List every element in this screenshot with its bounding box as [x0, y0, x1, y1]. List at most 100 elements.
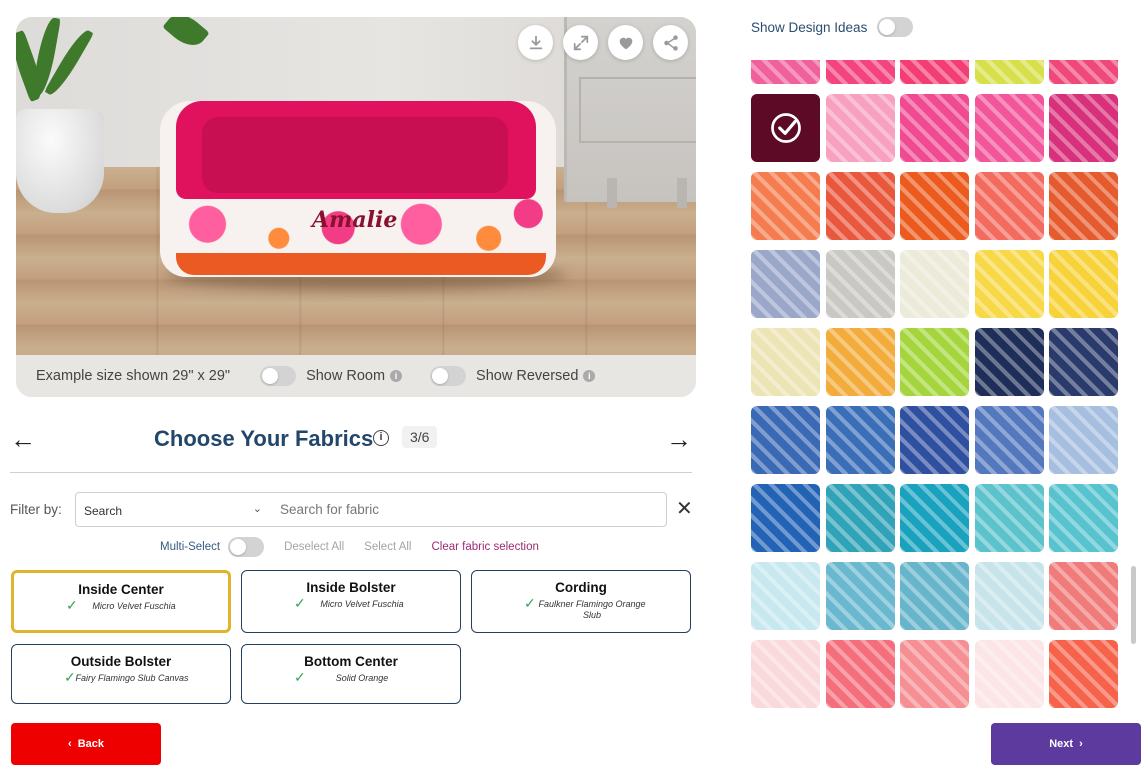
fabric-swatch[interactable]: [974, 562, 1044, 630]
fabric-swatch[interactable]: [900, 640, 969, 708]
show-room-info-icon[interactable]: i: [390, 370, 403, 382]
fabric-swatch[interactable]: [825, 484, 895, 552]
select-all-link[interactable]: Select All: [364, 541, 411, 553]
next-button[interactable]: Next ›: [991, 723, 1141, 765]
fabric-swatch[interactable]: [751, 172, 820, 240]
cabinet-drawer: [579, 77, 696, 143]
info-icon[interactable]: i: [373, 430, 389, 446]
show-room-toggle[interactable]: [260, 366, 297, 386]
swatch-scrollbar[interactable]: [1131, 566, 1136, 644]
fabric-swatch[interactable]: [974, 484, 1044, 552]
fabric-swatch[interactable]: [825, 172, 895, 240]
expand-button[interactable]: [563, 25, 598, 60]
deselect-all-link[interactable]: Deselect All: [284, 541, 344, 553]
fabric-swatch[interactable]: [900, 172, 969, 240]
share-icon: [663, 34, 678, 51]
fabric-designer: Amalie Example size shown 29" x 29" Show…: [0, 0, 1148, 773]
card-title: Bottom Center: [304, 654, 398, 669]
fabric-swatch[interactable]: [751, 640, 820, 708]
fabric-card-cording[interactable]: Cording ✓ Faulkner Flamingo Orange Slub: [471, 570, 691, 633]
design-ideas-toggle[interactable]: [877, 17, 914, 37]
fabric-swatch[interactable]: [1049, 60, 1118, 84]
fabric-swatch-grid: [751, 60, 1129, 714]
bed-bottom: [176, 253, 546, 275]
fabric-swatch[interactable]: [900, 484, 969, 552]
share-button[interactable]: [653, 25, 688, 60]
fabric-swatch[interactable]: [825, 406, 895, 474]
clear-search-icon[interactable]: ✕: [676, 498, 693, 520]
chevron-right-icon: ›: [1079, 738, 1083, 750]
back-button[interactable]: ‹ Back: [11, 723, 161, 765]
fabric-swatch[interactable]: [825, 328, 895, 396]
show-reversed-info-icon[interactable]: i: [583, 370, 596, 382]
fabric-swatch[interactable]: [1049, 562, 1118, 630]
chevron-down-icon: ⌄: [252, 503, 262, 515]
card-title: Cording: [555, 580, 607, 595]
fabric-swatch[interactable]: [974, 406, 1044, 474]
clear-fabric-selection-link[interactable]: Clear fabric selection: [431, 541, 538, 553]
next-label: Next: [1049, 738, 1074, 750]
filter-type-value: Search: [84, 504, 123, 518]
fabric-swatch[interactable]: [974, 250, 1044, 318]
fabric-swatch[interactable]: [900, 94, 969, 162]
multi-select-toggle[interactable]: [228, 537, 265, 557]
fabric-swatch[interactable]: [1049, 484, 1118, 552]
next-step-arrow-icon[interactable]: →: [666, 426, 692, 452]
fabric-swatch[interactable]: [751, 484, 820, 552]
fabric-card-bottom-center[interactable]: Bottom Center ✓ Solid Orange: [241, 644, 461, 704]
back-label: Back: [77, 738, 104, 750]
plant-pot: [16, 109, 104, 213]
fabric-swatch[interactable]: [751, 328, 820, 396]
fabric-swatch[interactable]: [825, 94, 895, 162]
card-title: Inside Center: [78, 582, 164, 597]
fabric-swatch[interactable]: [900, 562, 969, 630]
fabric-swatch[interactable]: [974, 172, 1044, 240]
fabric-card-inside-bolster[interactable]: Inside Bolster ✓ Micro Velvet Fuschia: [241, 570, 461, 633]
expand-icon: [573, 35, 588, 50]
prev-step-arrow-icon[interactable]: ←: [10, 426, 36, 452]
fabric-swatch[interactable]: [974, 328, 1044, 396]
fabric-swatch[interactable]: [825, 60, 895, 84]
fabric-swatch[interactable]: [900, 60, 969, 84]
room-scene: Amalie: [16, 17, 696, 355]
download-button[interactable]: [518, 25, 553, 60]
fabric-swatch[interactable]: [1049, 250, 1118, 318]
fabric-swatch[interactable]: [751, 562, 820, 630]
fabric-swatch[interactable]: [1049, 172, 1118, 240]
show-reversed-label: Show Reversed: [476, 368, 579, 384]
design-ideas-row: Show Design Ideas: [751, 17, 914, 37]
fabric-swatch[interactable]: [751, 250, 820, 318]
fabric-swatch[interactable]: [825, 562, 895, 630]
fabric-search-input[interactable]: [270, 492, 667, 527]
card-fabric: Micro Velvet Fuschia: [320, 599, 404, 609]
fabric-swatch[interactable]: [974, 60, 1044, 84]
fabric-swatch-selected[interactable]: [751, 94, 820, 162]
divider: [10, 472, 692, 473]
card-fabric: Micro Velvet Fuschia: [92, 601, 176, 611]
show-reversed-toggle[interactable]: [430, 366, 467, 386]
step-header: ← Choose Your Fabrics i 3/6 →: [10, 420, 692, 460]
fabric-swatch[interactable]: [751, 60, 820, 84]
filter-type-select[interactable]: Search ⌄: [75, 492, 271, 527]
fabric-swatch[interactable]: [1049, 640, 1118, 708]
multi-select-label: Multi-Select: [160, 541, 221, 553]
fabric-swatch[interactable]: [1049, 94, 1118, 162]
fabric-swatch[interactable]: [1049, 406, 1118, 474]
fabric-swatch[interactable]: [825, 250, 895, 318]
fabric-swatch[interactable]: [974, 640, 1044, 708]
fabric-swatch[interactable]: [900, 250, 969, 318]
bed-personalization: Amalie: [312, 207, 398, 233]
fabric-swatch[interactable]: [900, 406, 969, 474]
fabric-card-inside-center[interactable]: Inside Center ✓ Micro Velvet Fuschia: [11, 570, 231, 633]
fabric-swatch[interactable]: [1049, 328, 1118, 396]
fabric-swatch[interactable]: [825, 640, 895, 708]
fabric-swatch[interactable]: [974, 94, 1044, 162]
preview-options-bar: Example size shown 29" x 29" Show Room i…: [16, 355, 696, 397]
favorite-button[interactable]: [608, 25, 643, 60]
fabric-swatch[interactable]: [900, 328, 969, 396]
fabric-card-outside-bolster[interactable]: Outside Bolster ✓ Fairy Flamingo Slub Ca…: [11, 644, 231, 704]
card-title: Inside Bolster: [306, 580, 396, 595]
step-counter: 3/6: [402, 426, 438, 448]
card-fabric: Fairy Flamingo Slub Canvas: [75, 673, 189, 683]
fabric-swatch[interactable]: [751, 406, 820, 474]
